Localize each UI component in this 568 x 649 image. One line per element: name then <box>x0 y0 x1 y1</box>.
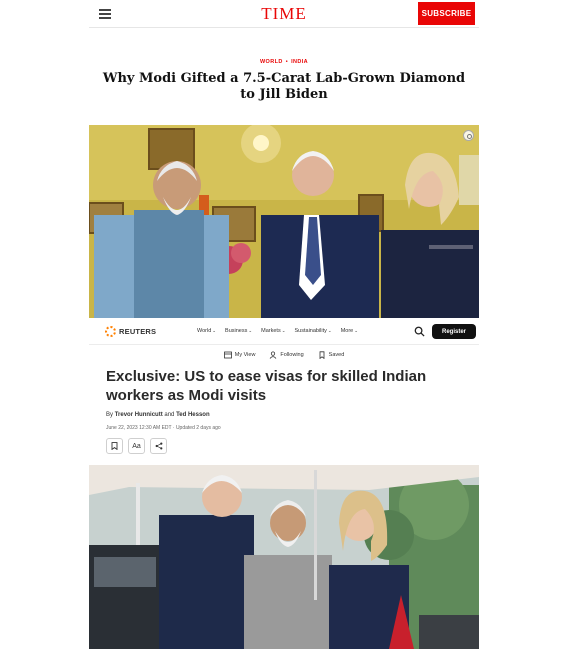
chevron-down-icon: ⌄ <box>281 328 286 333</box>
reuters-logo-text: REUTERS <box>119 327 157 336</box>
person-icon <box>270 351 277 359</box>
article-date: June 22, 2023 12:30 AM EDT · Updated 2 d… <box>106 425 221 431</box>
menu-item-markets[interactable]: Markets⌄ <box>261 328 285 334</box>
chevron-down-icon: ⌄ <box>248 328 253 333</box>
following-label: Following <box>280 352 304 358</box>
chevron-down-icon: ⌄ <box>212 328 217 333</box>
text-size-button[interactable]: Aa <box>128 438 145 454</box>
menu-item-more[interactable]: More⌄ <box>341 328 358 334</box>
hero-photo-image <box>89 465 479 649</box>
reuters-nav-bar: REUTERS World⌄ Business⌄ Markets⌄ Sustai… <box>89 318 479 345</box>
menu-item-sustainability[interactable]: Sustainability⌄ <box>295 328 332 334</box>
my-view-link[interactable]: My View <box>223 351 256 359</box>
my-view-icon <box>223 351 232 359</box>
reuters-logo-mark-icon <box>105 326 116 337</box>
chevron-down-icon: ⌄ <box>354 328 359 333</box>
byline: By Trevor Hunnicutt and Ted Hesson <box>106 412 479 418</box>
author-link[interactable]: Ted Hesson <box>176 412 210 418</box>
hero-photo-image <box>89 125 479 318</box>
bookmark-icon <box>111 442 118 450</box>
author-link[interactable]: Trevor Hunnicutt <box>115 412 163 418</box>
saved-label: Saved <box>328 352 345 358</box>
my-view-label: My View <box>234 352 256 358</box>
following-link[interactable]: Following <box>269 351 304 359</box>
article-tools: Aa <box>106 438 479 454</box>
saved-link[interactable]: Saved <box>318 351 345 359</box>
reuters-headline: Exclusive: US to ease visas for skilled … <box>106 368 427 404</box>
reuters-hero-photo <box>89 465 479 649</box>
reuters-main-menu: World⌄ Business⌄ Markets⌄ Sustainability… <box>197 328 358 334</box>
menu-item-world[interactable]: World⌄ <box>197 328 216 334</box>
byline-and: and <box>164 412 175 418</box>
time-headline: Why Modi Gifted a 7.5-Carat Lab-Grown Di… <box>102 71 466 102</box>
kicker-topic[interactable]: INDIA <box>291 59 308 65</box>
menu-item-label: Business <box>225 328 248 334</box>
kicker-separator: • <box>285 59 289 65</box>
subscribe-button[interactable]: SUBSCRIBE <box>418 2 475 25</box>
register-button[interactable]: Register <box>432 324 476 339</box>
menu-item-business[interactable]: Business⌄ <box>225 328 252 334</box>
save-article-button[interactable] <box>106 438 123 454</box>
search-icon[interactable] <box>414 326 425 337</box>
byline-prefix: By <box>106 412 114 418</box>
share-icon <box>155 442 162 450</box>
time-hero-photo <box>89 125 479 318</box>
time-header: TIME SUBSCRIBE <box>89 0 479 28</box>
menu-item-label: Sustainability <box>294 328 327 334</box>
menu-item-label: Markets <box>261 328 281 334</box>
photo-expand-icon[interactable] <box>463 130 474 141</box>
reuters-sub-nav: My View Following Saved <box>89 345 479 365</box>
time-article-header: WORLD • INDIA Why Modi Gifted a 7.5-Carat … <box>89 28 479 125</box>
bookmark-icon <box>319 351 325 359</box>
reuters-logo[interactable]: REUTERS <box>105 326 156 337</box>
menu-item-label: More <box>340 328 354 334</box>
article-kicker: WORLD • INDIA <box>89 59 479 65</box>
kicker-section[interactable]: WORLD <box>260 59 283 65</box>
reuters-article-header: Exclusive: US to ease visas for skilled … <box>89 365 479 465</box>
chevron-down-icon: ⌄ <box>327 328 332 333</box>
menu-item-label: World <box>197 328 212 334</box>
share-button[interactable] <box>150 438 167 454</box>
